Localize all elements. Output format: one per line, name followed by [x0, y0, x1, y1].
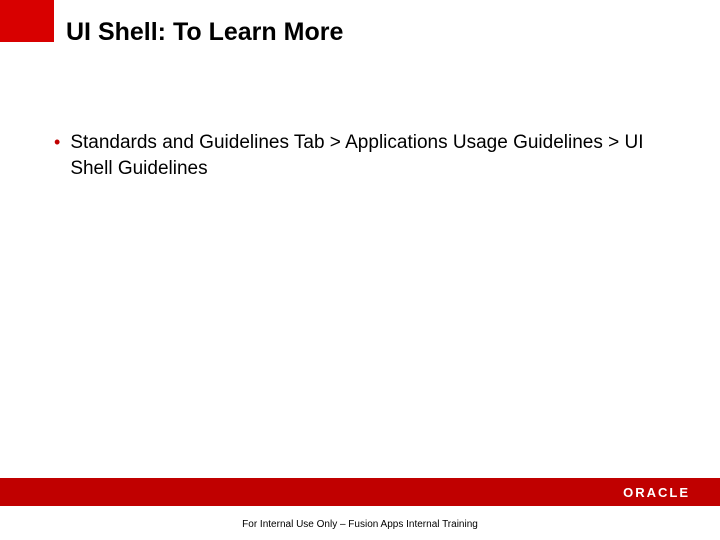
bullet-text: Standards and Guidelines Tab > Applicati… [70, 130, 666, 182]
oracle-logo: ORACLE [623, 485, 690, 500]
header-area: UI Shell: To Learn More [0, 0, 720, 60]
bullet-item: • Standards and Guidelines Tab > Applica… [54, 130, 666, 182]
bullet-dot-icon: • [54, 130, 60, 154]
footer-caption: For Internal Use Only – Fusion Apps Inte… [0, 519, 720, 530]
brand-accent-square [0, 0, 54, 42]
footer-bar: ORACLE [0, 478, 720, 506]
content-area: • Standards and Guidelines Tab > Applica… [54, 130, 666, 182]
slide-title: UI Shell: To Learn More [66, 18, 343, 47]
